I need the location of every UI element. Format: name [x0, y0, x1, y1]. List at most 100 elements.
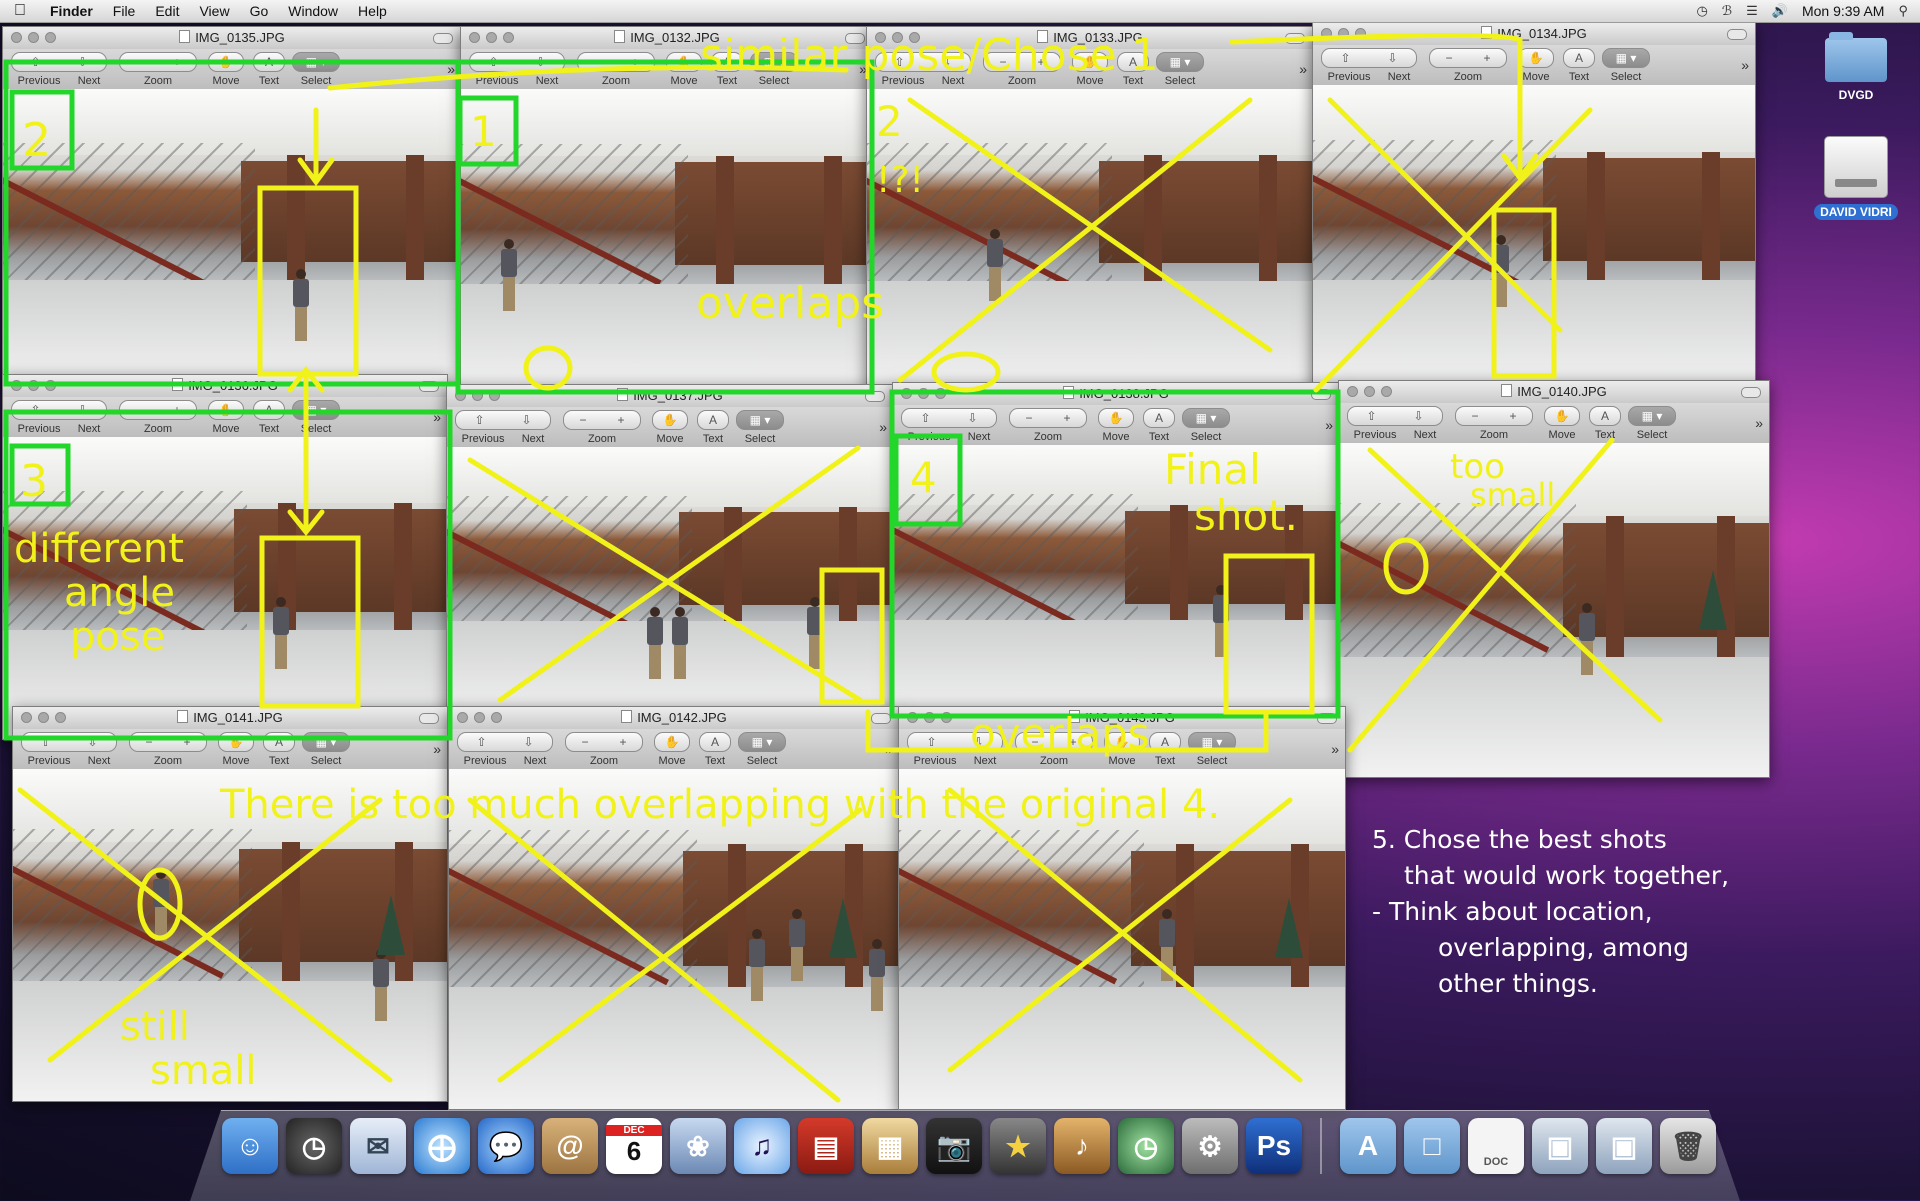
minimize-button[interactable]: [28, 32, 39, 43]
close-button[interactable]: [901, 388, 912, 399]
preview-window[interactable]: IMG_0140.JPG ⇧ ⇩ Previous Next − + Zoom ✋ M…: [1338, 380, 1770, 778]
toolbar-toggle-button[interactable]: [1727, 29, 1747, 40]
select-tool-button[interactable]: ▦ ▾: [292, 52, 340, 72]
applications-folder-icon[interactable]: A: [1340, 1118, 1396, 1174]
preview-window[interactable]: IMG_0138.JPG ⇧ ⇩ Previous Next − + Zoom ✋ M…: [892, 382, 1340, 720]
prev-next-buttons[interactable]: ⇧ ⇩: [875, 52, 971, 72]
preview-window[interactable]: IMG_0142.JPG ⇧ ⇩ Previous Next − + Zoom ✋ M…: [448, 706, 900, 1110]
move-tool-button[interactable]: ✋: [1104, 732, 1140, 752]
zoom-out-icon[interactable]: −: [581, 735, 588, 749]
menu-go[interactable]: Go: [240, 3, 279, 19]
zoom-out-icon[interactable]: −: [999, 55, 1006, 69]
preview-window[interactable]: IMG_0141.JPG ⇧ ⇩ Previous Next − + Zoom ✋ M…: [12, 706, 448, 1102]
close-button[interactable]: [1347, 386, 1358, 397]
prev-next-buttons[interactable]: ⇧ ⇩: [21, 732, 117, 752]
zoom-buttons[interactable]: − +: [983, 52, 1061, 72]
minimize-button[interactable]: [918, 388, 929, 399]
text-tool-button[interactable]: A: [263, 732, 295, 752]
prev-next-buttons[interactable]: ⇧ ⇩: [469, 52, 565, 72]
close-button[interactable]: [457, 712, 468, 723]
move-tool-button[interactable]: ✋: [654, 732, 690, 752]
window-titlebar[interactable]: IMG_0140.JPG: [1339, 381, 1769, 403]
zoom-out-icon[interactable]: −: [1445, 51, 1452, 65]
move-tool-button[interactable]: ✋: [208, 52, 244, 72]
zoom-buttons[interactable]: − +: [119, 400, 197, 420]
zoom-out-icon[interactable]: −: [1031, 735, 1038, 749]
photo-canvas[interactable]: [447, 447, 893, 719]
photo-canvas[interactable]: [867, 89, 1313, 389]
minimize-button[interactable]: [28, 380, 39, 391]
select-tool-button[interactable]: ▦ ▾: [1602, 48, 1650, 68]
arrow-up-icon[interactable]: ⇧: [474, 413, 484, 427]
zoom-in-icon[interactable]: +: [1483, 51, 1490, 65]
zoom-in-icon[interactable]: +: [631, 55, 638, 69]
arrow-up-icon[interactable]: ⇧: [30, 403, 40, 417]
arrow-up-icon[interactable]: ⇧: [894, 55, 904, 69]
zoom-button[interactable]: [1355, 28, 1366, 39]
zoom-in-icon[interactable]: +: [1069, 735, 1076, 749]
toolbar-overflow-icon[interactable]: »: [447, 61, 455, 77]
preview-window[interactable]: IMG_0137.JPG ⇧ ⇩ Previous Next − + Zoom ✋ M…: [446, 384, 894, 720]
arrow-down-icon[interactable]: ⇩: [87, 735, 97, 749]
toolbar-toggle-button[interactable]: [419, 713, 439, 724]
preview-window[interactable]: IMG_0143.JPG ⇧ ⇩ Previous Next − + Zoom ✋ M…: [898, 706, 1346, 1110]
toolbar-toggle-button[interactable]: [1311, 389, 1331, 400]
zoom-buttons[interactable]: − +: [119, 52, 197, 72]
window-titlebar[interactable]: IMG_0133.JPG: [867, 27, 1313, 49]
menu-edit[interactable]: Edit: [145, 3, 189, 19]
time-machine-icon[interactable]: ◷: [1697, 3, 1708, 19]
toolbar-toggle-button[interactable]: [845, 33, 865, 44]
toolbar-toggle-button[interactable]: [871, 713, 891, 724]
minimized-window-icon[interactable]: ▣: [1596, 1118, 1652, 1174]
arrow-down-icon[interactable]: ⇩: [967, 411, 977, 425]
preview-window[interactable]: IMG_0136.JPG ⇧ ⇩ Previous Next − + Zoom ✋ M…: [2, 374, 448, 740]
desktop-drive-david-vidri[interactable]: DAVID VIDRI: [1806, 136, 1906, 220]
toolbar-toggle-button[interactable]: [1741, 387, 1761, 398]
close-button[interactable]: [11, 32, 22, 43]
move-tool-button[interactable]: ✋: [208, 400, 244, 420]
safari-icon[interactable]: ⨁: [414, 1118, 470, 1174]
select-tool-button[interactable]: ▦ ▾: [736, 410, 784, 430]
close-button[interactable]: [455, 390, 466, 401]
toolbar-overflow-icon[interactable]: »: [433, 741, 441, 757]
toolbar-overflow-icon[interactable]: »: [885, 741, 893, 757]
zoom-button[interactable]: [941, 712, 952, 723]
window-titlebar[interactable]: IMG_0142.JPG: [449, 707, 899, 729]
menu-view[interactable]: View: [189, 3, 239, 19]
menu-file[interactable]: File: [103, 3, 146, 19]
photo-canvas[interactable]: [13, 769, 447, 1101]
text-tool-button[interactable]: A: [1563, 48, 1595, 68]
photoshop-icon[interactable]: Ps: [1246, 1118, 1302, 1174]
photo-canvas[interactable]: [893, 445, 1339, 719]
zoom-button[interactable]: [909, 32, 920, 43]
zoom-in-icon[interactable]: +: [619, 735, 626, 749]
menu-app-finder[interactable]: Finder: [40, 3, 103, 19]
prev-next-buttons[interactable]: ⇧ ⇩: [11, 52, 107, 72]
photo-canvas[interactable]: [899, 769, 1345, 1109]
ical-icon[interactable]: DEC 6: [606, 1118, 662, 1174]
time-machine-dock-icon[interactable]: ◷: [1118, 1118, 1174, 1174]
minimize-button[interactable]: [38, 712, 49, 723]
zoom-buttons[interactable]: − +: [1015, 732, 1093, 752]
finder-icon[interactable]: ☺: [222, 1118, 278, 1174]
arrow-down-icon[interactable]: ⇩: [521, 413, 531, 427]
arrow-up-icon[interactable]: ⇧: [488, 55, 498, 69]
zoom-in-icon[interactable]: +: [173, 55, 180, 69]
toolbar-overflow-icon[interactable]: »: [1331, 741, 1339, 757]
move-tool-button[interactable]: ✋: [1518, 48, 1554, 68]
volume-icon[interactable]: 🔊: [1772, 3, 1788, 19]
window-titlebar[interactable]: IMG_0138.JPG: [893, 383, 1339, 405]
toolbar-overflow-icon[interactable]: »: [1755, 415, 1763, 431]
prev-next-buttons[interactable]: ⇧ ⇩: [901, 408, 997, 428]
window-titlebar[interactable]: IMG_0135.JPG: [3, 27, 461, 49]
zoom-buttons[interactable]: − +: [563, 410, 641, 430]
arrow-up-icon[interactable]: ⇧: [476, 735, 486, 749]
text-tool-button[interactable]: A: [253, 52, 285, 72]
zoom-in-icon[interactable]: +: [183, 735, 190, 749]
menubar-clock[interactable]: Mon 9:39 AM: [1802, 3, 1885, 19]
select-tool-button[interactable]: ▦ ▾: [1182, 408, 1230, 428]
text-tool-button[interactable]: A: [1117, 52, 1149, 72]
toolbar-toggle-button[interactable]: [433, 33, 453, 44]
text-tool-button[interactable]: A: [699, 732, 731, 752]
minimize-button[interactable]: [486, 32, 497, 43]
